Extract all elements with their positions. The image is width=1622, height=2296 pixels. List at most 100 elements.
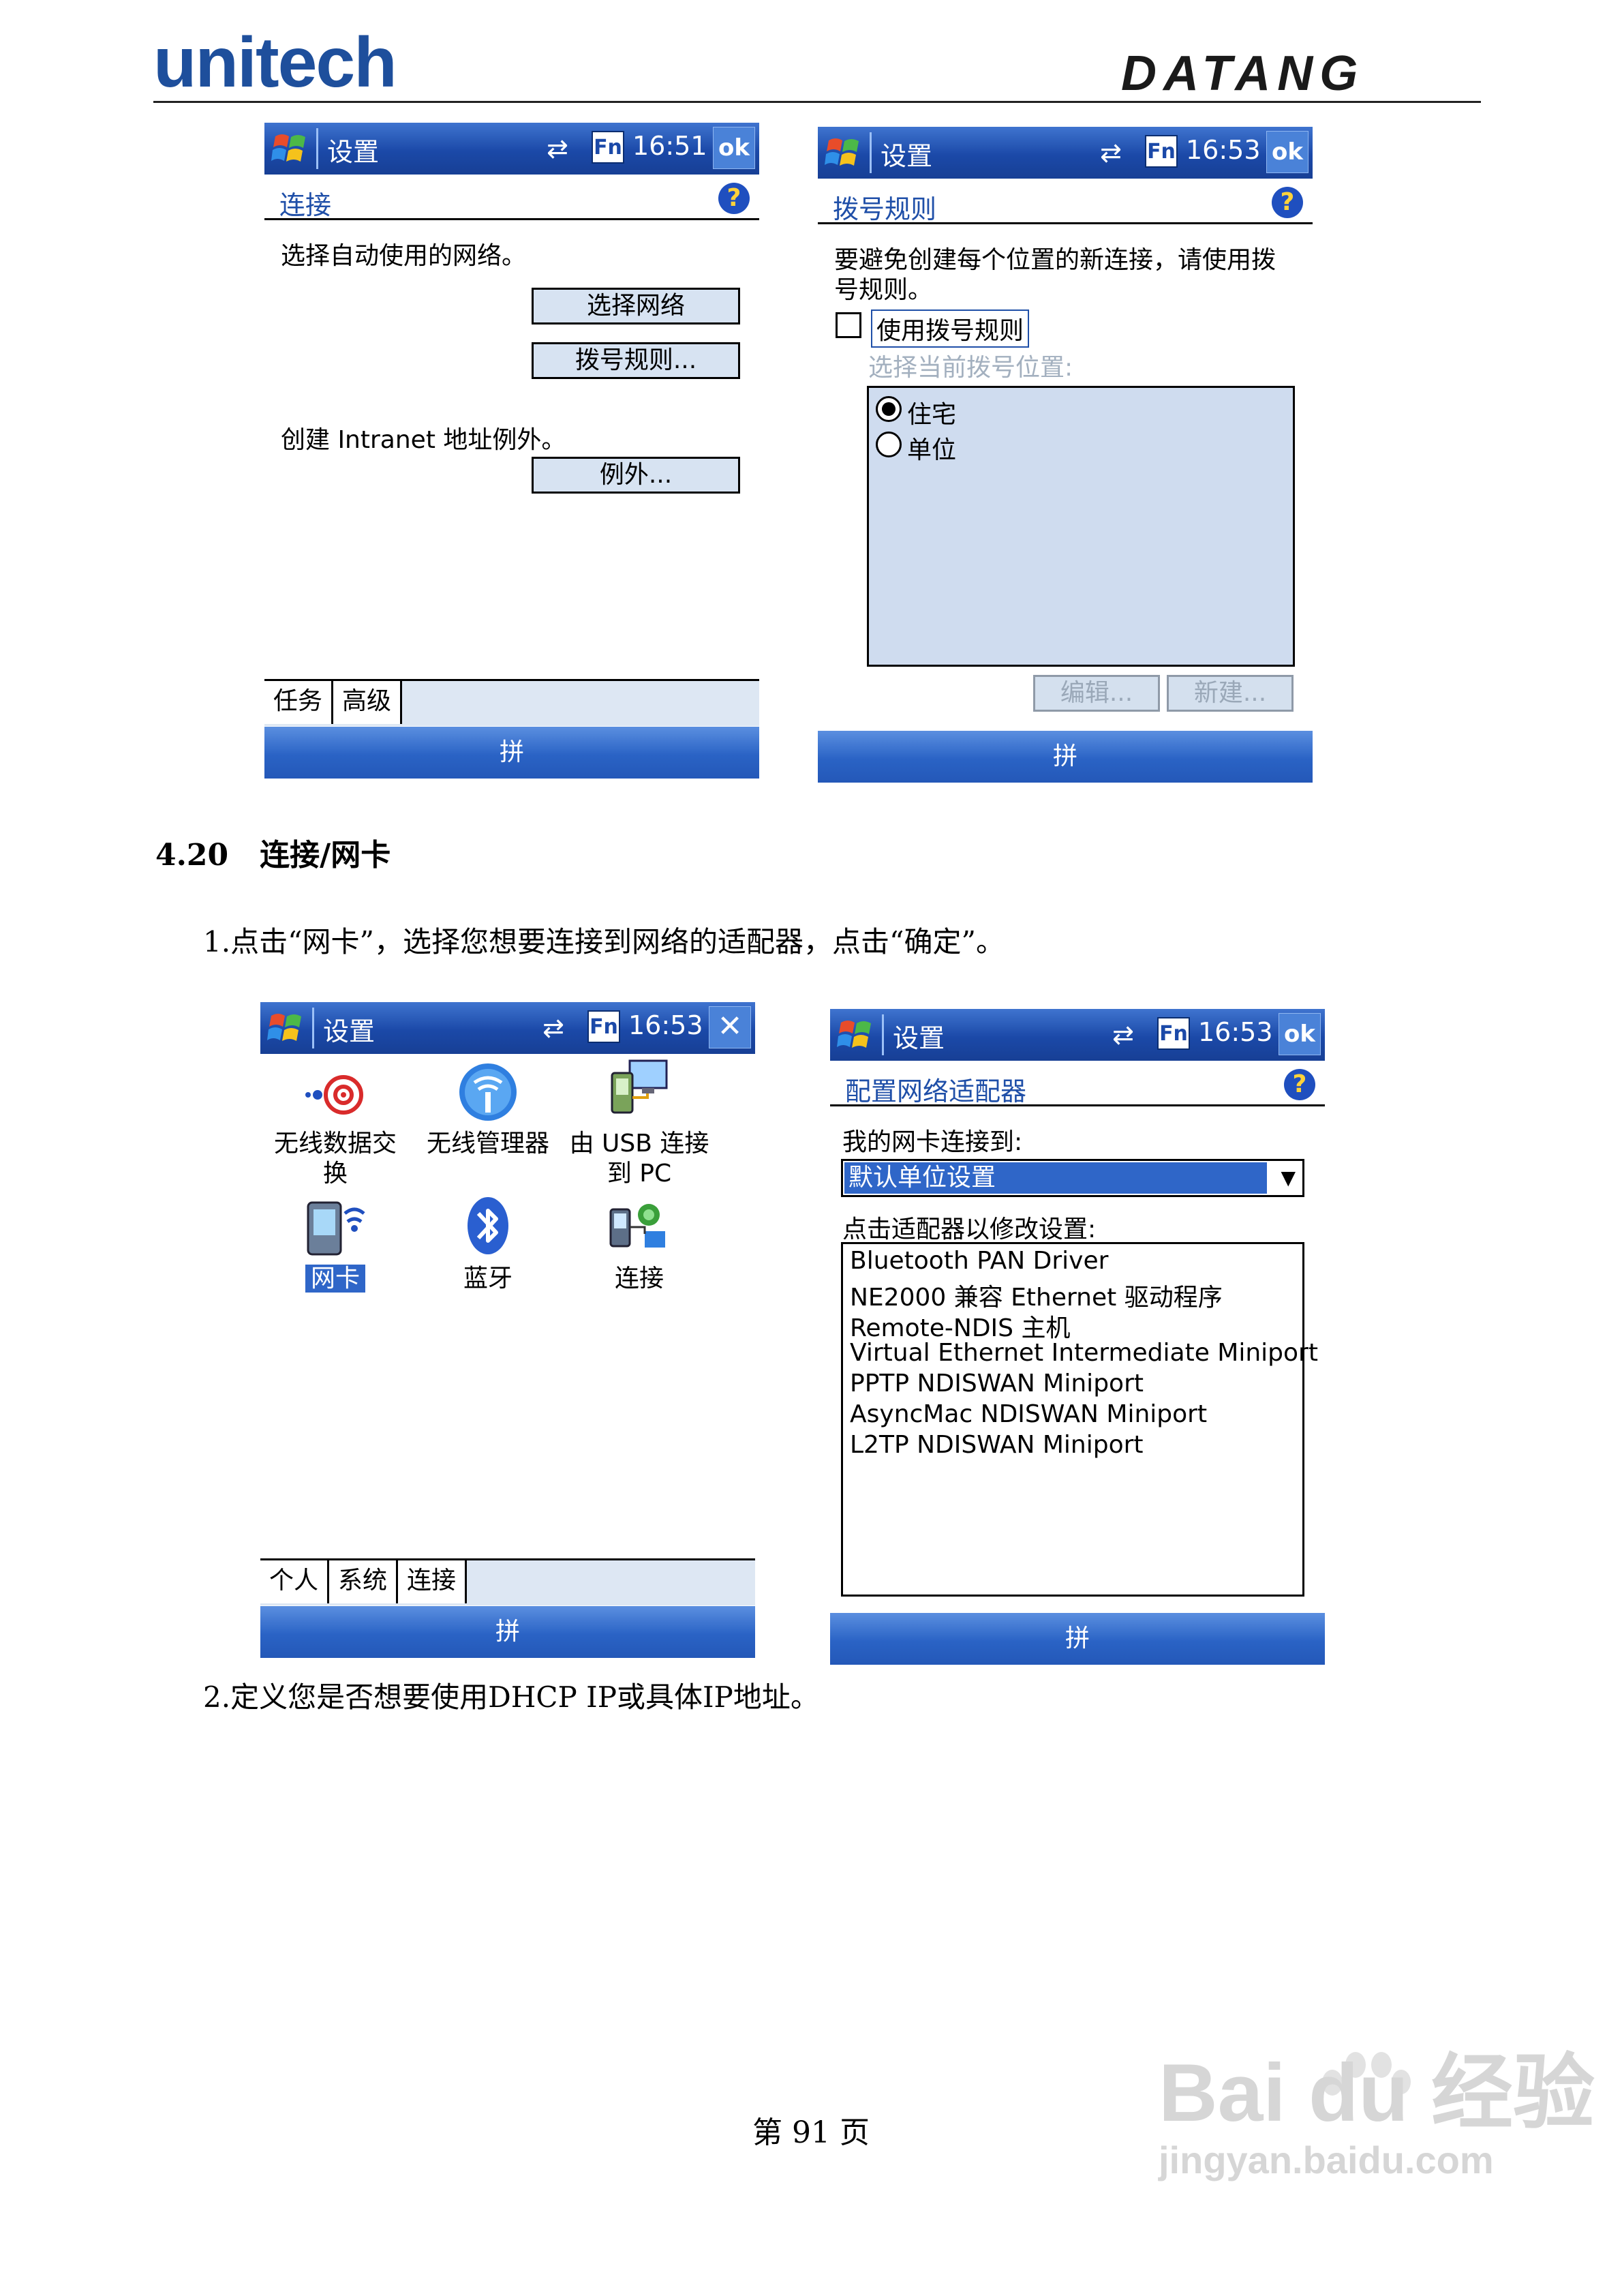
window-title: 设置 [893,1023,945,1053]
fn-key-icon[interactable]: Fn [587,1010,620,1043]
title-bar: 设置 ⇄ Fn 16:53 ✕ [260,1002,755,1054]
input-method-icon[interactable]: 拼 [495,1618,520,1646]
input-panel-bar[interactable]: 拼 [260,1606,755,1658]
help-icon[interactable]: ? [1272,187,1303,218]
title-bar: 设置 ⇄ Fn 16:53 ok [830,1009,1325,1061]
input-method-icon[interactable]: 拼 [1053,742,1077,770]
location-home-label[interactable]: 住宅 [907,395,956,430]
window-title: 设置 [881,141,933,171]
title-bar: 设置 ⇄ Fn 16:51 ok [264,123,759,175]
title-separator [316,128,318,169]
exception-prompt: 创建 Intranet 地址例外。 [281,426,566,454]
windows-start-icon[interactable] [825,134,863,172]
connectivity-icon[interactable]: ⇄ [542,1013,564,1043]
bluetooth-icon[interactable] [455,1193,521,1258]
subheader-title: 连接 [279,190,332,220]
usb-to-pc-icon[interactable] [607,1057,672,1122]
wireless-manager-icon[interactable] [455,1059,521,1125]
subheader: 连接 ? [264,177,759,220]
screen-connections-advanced: 设置 ⇄ Fn 16:51 ok 连接 ? 选择自动使用的网络。 选择网络 拨号… [264,123,759,779]
close-button[interactable]: ✕ [709,1006,751,1048]
chevron-down-icon[interactable]: ▼ [1281,1166,1296,1189]
network-card-icon[interactable] [303,1193,368,1258]
window-title: 设置 [323,1016,376,1046]
header-rule [153,101,1481,103]
title-separator [312,1008,314,1048]
adapter-list[interactable]: Bluetooth PAN Driver NE2000 兼容 Ethernet … [841,1242,1318,1597]
fn-key-icon[interactable]: Fn [1157,1017,1190,1050]
ok-button[interactable]: ok [1266,131,1309,173]
baidu-watermark: Bai du 经验 jingyan.baidu.com [1159,2052,1595,2182]
ok-button[interactable]: ok [1279,1013,1321,1055]
windows-start-icon[interactable] [837,1016,875,1054]
windows-start-icon[interactable] [271,130,309,168]
radio-work[interactable] [876,432,902,457]
watermark-url: jingyan.baidu.com [1159,2139,1494,2181]
clock[interactable]: 16:53 [628,1010,703,1040]
location-label: 选择当前拨号位置: [868,354,1073,382]
use-dial-rules-label[interactable]: 使用拨号规则 [871,309,1030,348]
connectivity-icon[interactable]: ⇄ [1112,1020,1134,1050]
screen-dialing-rules: 设置 ⇄ Fn 16:53 ok 拨号规则 ? 要避免创建每个位置的新连接，请使… [818,127,1313,783]
list-item[interactable]: PPTP NDISWAN Miniport [850,1370,1144,1398]
clock[interactable]: 16:51 [632,131,707,161]
clock[interactable]: 16:53 [1198,1017,1273,1047]
location-list[interactable]: 住宅 单位 [867,386,1295,667]
edit-button[interactable]: 编辑... [1033,675,1160,712]
icon-label-usb-to-pc[interactable]: 由 USB 连接到 PC [564,1129,714,1189]
select-network-button[interactable]: 选择网络 [532,288,740,324]
use-dial-rules-checkbox[interactable] [836,312,861,338]
step-2-text: 2.定义您是否想要使用DHCP IP或具体IP地址。 [203,1680,819,1714]
subheader: 拨号规则 ? [818,181,1313,224]
dropdown-selected-value[interactable]: 默认单位设置 [844,1162,1267,1194]
fn-key-icon[interactable]: Fn [592,131,624,164]
icon-label-connections[interactable]: 连接 [564,1264,714,1294]
step-1-text: 1.点击“网卡”，选择您想要连接到网络的适配器，点击“确定”。 [203,925,1005,958]
list-item[interactable]: Bluetooth PAN Driver [850,1247,1108,1275]
auto-network-prompt: 选择自动使用的网络。 [281,242,527,270]
unitech-logo: unitech [153,23,397,102]
dialing-description-line2: 号规则。 [834,276,933,304]
location-work-label[interactable]: 单位 [907,430,956,466]
input-method-icon[interactable]: 拼 [1065,1625,1090,1652]
list-item[interactable]: AsyncMac NDISWAN Miniport [850,1400,1207,1428]
help-icon[interactable]: ? [1284,1069,1315,1100]
list-item[interactable]: L2TP NDISWAN Miniport [850,1431,1144,1459]
title-bar: 设置 ⇄ Fn 16:53 ok [818,127,1313,179]
network-dropdown[interactable]: 默认单位设置 ▼ [841,1159,1304,1197]
clock[interactable]: 16:53 [1186,135,1261,165]
datang-logo: DATANG [1121,46,1365,101]
fn-key-icon[interactable]: Fn [1145,135,1178,168]
title-separator [870,132,872,173]
tab-tasks[interactable]: 任务 [264,681,333,724]
tab-system[interactable]: 系统 [329,1560,398,1603]
watermark-title: Bai du 经验 [1159,2047,1595,2139]
exceptions-button[interactable]: 例外... [532,457,740,494]
wireless-data-exchange-icon[interactable] [303,1062,368,1128]
windows-start-icon[interactable] [267,1009,305,1047]
dial-rules-button[interactable]: 拨号规则... [532,342,740,379]
icon-label-wireless-manager[interactable]: 无线管理器 [413,1129,563,1159]
input-panel-bar[interactable]: 拼 [264,727,759,779]
section-heading: 4.20 连接/网卡 [155,830,391,874]
ok-button[interactable]: ok [713,127,755,169]
connectivity-icon[interactable]: ⇄ [547,134,568,164]
tab-advanced[interactable]: 高级 [333,681,402,724]
tab-connections[interactable]: 连接 [398,1560,467,1603]
input-method-icon[interactable]: 拼 [500,738,524,766]
help-icon[interactable]: ? [718,183,750,214]
icon-label-bluetooth[interactable]: 蓝牙 [413,1264,563,1294]
connectivity-icon[interactable]: ⇄ [1100,138,1122,168]
section-number: 4.20 [155,838,229,873]
list-item[interactable]: Virtual Ethernet Intermediate Miniport [850,1339,1318,1367]
icon-label-network-card[interactable]: 网卡 [260,1264,410,1294]
tab-personal[interactable]: 个人 [260,1560,329,1603]
input-panel-bar[interactable]: 拼 [830,1613,1325,1665]
connections-icon[interactable] [607,1193,672,1258]
window-title: 设置 [327,137,380,167]
new-button[interactable]: 新建... [1167,675,1294,712]
section-title: 连接/网卡 [260,838,391,873]
radio-home[interactable] [876,396,902,422]
input-panel-bar[interactable]: 拼 [818,731,1313,783]
icon-label-wireless-data-exchange[interactable]: 无线数据交换 [260,1129,410,1189]
